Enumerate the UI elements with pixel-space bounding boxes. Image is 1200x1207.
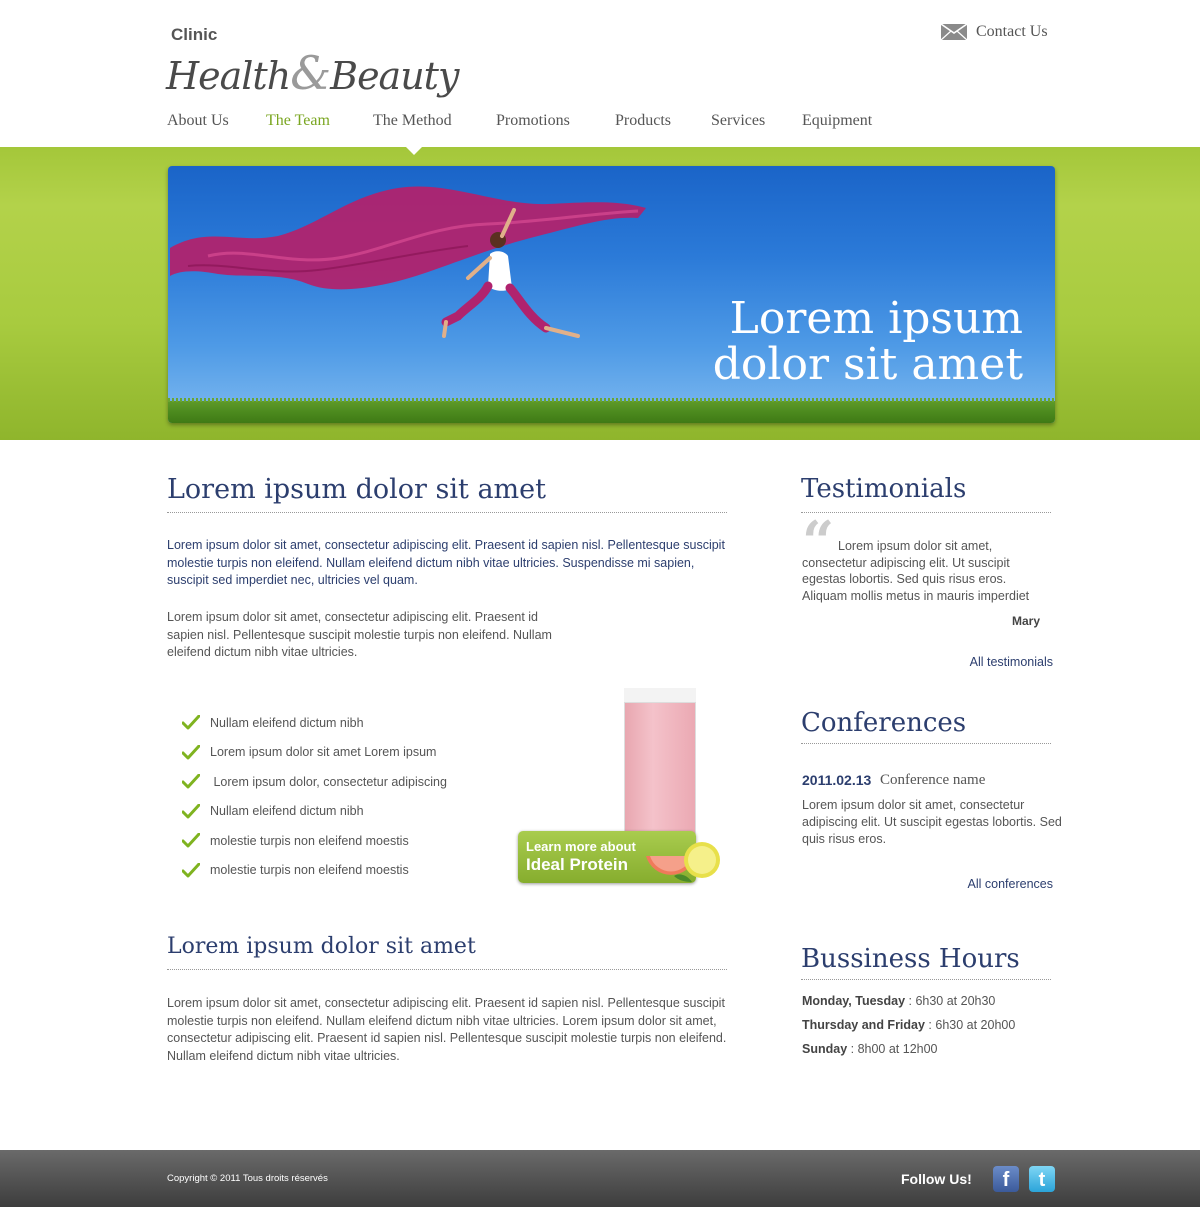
main-lead-paragraph: Lorem ipsum dolor sit amet, consectetur … [167, 538, 725, 587]
logo-brand-text: Health&Beauty [166, 46, 459, 100]
promo-line1: Learn more about [526, 839, 636, 854]
logo-clinic-text: Clinic [171, 25, 218, 44]
hours-row: Sunday : 8h00 at 12h00 [802, 1042, 1062, 1066]
conference-description: Lorem ipsum dolor sit amet, consectetur … [802, 798, 1062, 846]
checkmark-icon [182, 862, 200, 878]
testimonial-author: Mary [1012, 614, 1041, 628]
checklist-item: molestie turpis non eleifend moestis [182, 826, 502, 856]
hero-headline: Lorem ipsum dolor sit amet [663, 296, 1023, 388]
hours-days: Sunday [802, 1042, 848, 1056]
checklist-item-text: Nullam eleifend dictum nibh [210, 715, 364, 730]
site-footer: Copyright © 2011 Tous droits réservés Fo… [0, 1150, 1200, 1207]
nav-item-promotions[interactable]: Promotions [496, 112, 570, 130]
checkmark-icon [182, 744, 200, 760]
checkmark-icon [182, 774, 200, 789]
checklist-item: Lorem ipsum dolor, consectetur adipiscin… [182, 767, 502, 797]
citrus-fruit-icon [646, 842, 720, 882]
hero-headline-line2: dolor sit amet [712, 339, 1023, 390]
checkmark-icon [182, 833, 200, 848]
hero-banner: Lorem ipsum dolor sit amet [168, 166, 1055, 423]
site-header: Clinic Health&Beauty Contact Us About Us… [0, 0, 1200, 147]
envelope-icon [940, 23, 968, 41]
nav-active-pointer [406, 147, 422, 155]
checklist-item-text: Nullam eleifend dictum nibh [210, 804, 364, 819]
twitter-glyph: t [1038, 1169, 1046, 1191]
nav-item-services[interactable]: Services [711, 112, 765, 130]
testimonials-title-container: Testimonials [801, 474, 1051, 513]
checklist-item-text: molestie turpis non eleifend moestis [210, 863, 409, 878]
logo-brand-health: Health [166, 54, 291, 98]
checklist-item-text: Lorem ipsum dolor sit amet Lorem ipsum [210, 745, 437, 760]
logo-brand-beauty: Beauty [330, 54, 459, 98]
business-hours-list: Monday, Tuesday : 6h30 at 20h30 Thursday… [802, 994, 1062, 1066]
main-section-title: Lorem ipsum dolor sit amet [167, 474, 546, 505]
follow-us-label: Follow Us! [901, 1171, 972, 1187]
facebook-glyph: f [1002, 1169, 1010, 1191]
testimonial-quote: “ Lorem ipsum dolor sit amet, consectetu… [802, 514, 1052, 604]
nav-item-the-team[interactable]: The Team [266, 112, 330, 130]
checkmark-icon [182, 715, 200, 730]
quote-mark-icon: “ [802, 509, 835, 575]
nav-item-products[interactable]: Products [615, 112, 671, 130]
hours-time: : 8h00 at 12h00 [847, 1042, 938, 1056]
business-hours-title: Bussiness Hours [801, 944, 1020, 974]
main-paragraph: Lorem ipsum dolor sit amet, consectetur … [167, 610, 552, 659]
nav-item-about-us[interactable]: About Us [167, 112, 229, 130]
facebook-icon[interactable]: f [993, 1166, 1019, 1192]
contact-us-label: Contact Us [976, 23, 1048, 40]
conferences-title-container: Conferences [801, 708, 1051, 744]
hero-headline-line1: Lorem ipsum [729, 293, 1023, 344]
all-testimonials-link[interactable]: All testimonials [970, 655, 1053, 669]
checklist-item: Lorem ipsum dolor sit amet Lorem ipsum [182, 738, 502, 768]
nav-item-equipment[interactable]: Equipment [802, 112, 872, 130]
juice-glass-image [624, 688, 696, 836]
conference-date: 2011.02.13 [802, 772, 872, 788]
checkmark-icon [182, 803, 200, 819]
hours-time: : 6h30 at 20h00 [924, 1018, 1016, 1032]
conference-name[interactable]: Conference name [880, 772, 985, 789]
secondary-paragraph: Lorem ipsum dolor sit amet, consectetur … [167, 996, 727, 1063]
all-conferences-link[interactable]: All conferences [968, 877, 1053, 891]
checklist-item: Nullam eleifend dictum nibh [182, 797, 502, 827]
twitter-icon[interactable]: t [1029, 1166, 1055, 1192]
hours-days: Monday, Tuesday [802, 994, 906, 1008]
promo-line2: Ideal Protein [526, 855, 629, 874]
testimonials-title: Testimonials [801, 474, 967, 504]
checklist-item-text: molestie turpis non eleifend moestis [210, 833, 409, 848]
hero-grass [168, 398, 1055, 423]
hours-row: Thursday and Friday : 6h30 at 20h00 [802, 1018, 1062, 1042]
nav-item-the-method[interactable]: The Method [373, 112, 452, 130]
hours-time: : 6h30 at 20h30 [905, 994, 996, 1008]
checklist-item: Nullam eleifend dictum nibh [182, 708, 502, 738]
contact-us-link[interactable]: Contact Us [940, 22, 1048, 42]
feature-checklist: Nullam eleifend dictum nibh Lorem ipsum … [182, 708, 502, 885]
main-section-title-container: Lorem ipsum dolor sit amet [167, 474, 727, 513]
site-logo[interactable]: Clinic Health&Beauty [166, 22, 459, 100]
secondary-section-title-container: Lorem ipsum dolor sit amet [167, 934, 727, 970]
ideal-protein-promo[interactable]: Learn more about Ideal Protein [516, 688, 728, 893]
checklist-item: molestie turpis non eleifend moestis [182, 856, 502, 886]
hours-days: Thursday and Friday [802, 1018, 925, 1032]
testimonial-text: Lorem ipsum dolor sit amet, consectetur … [802, 539, 1030, 603]
business-hours-title-container: Bussiness Hours [801, 944, 1051, 980]
copyright-text: Copyright © 2011 Tous droits réservés [167, 1173, 328, 1184]
logo-brand-amp: & [290, 46, 331, 100]
conferences-title: Conferences [801, 708, 967, 738]
hours-row: Monday, Tuesday : 6h30 at 20h30 [802, 994, 1062, 1018]
checklist-item-text: Lorem ipsum dolor, consectetur adipiscin… [210, 774, 447, 789]
secondary-section-title: Lorem ipsum dolor sit amet [167, 934, 476, 959]
